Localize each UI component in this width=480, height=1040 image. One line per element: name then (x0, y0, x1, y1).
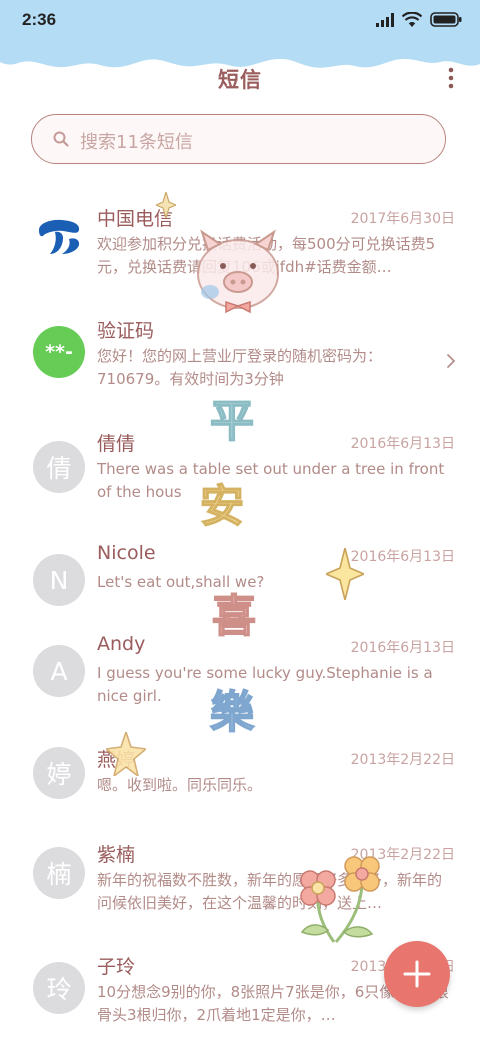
conversation-row[interactable]: 楠 紫楠 2013年2月22日 新年的祝福数不胜数，新年的愿望好多好多，新年的问… (0, 832, 480, 944)
more-vertical-icon[interactable] (444, 66, 458, 90)
contact-avatar: N (33, 554, 85, 606)
search-input[interactable]: 搜索11条短信 (31, 114, 446, 164)
conversation-date: 2016年6月13日 (350, 640, 455, 656)
conversation-row[interactable]: A Andy 2016年6月13日 I guess you're some lu… (0, 625, 480, 737)
conversation-preview: 您好！您的网上营业厅登录的随机密码为：710679。有效时间为3分钟 (97, 347, 383, 388)
signal-icon (376, 12, 394, 27)
verification-code-icon: **- (33, 326, 85, 378)
search-placeholder: 搜索11条短信 (80, 132, 193, 153)
search-icon (53, 131, 69, 147)
conversation-preview: I guess you're some lucky guy.Stephanie … (97, 664, 433, 705)
conversation-name: 倩倩 (97, 433, 136, 455)
contact-avatar: 玲 (33, 962, 85, 1014)
status-bar: 2:36 (0, 0, 480, 44)
conversation-name: Andy (97, 633, 146, 655)
conversation-name: Nicole (97, 542, 156, 564)
contact-avatar: 倩 (33, 441, 85, 493)
conversation-date: 2016年6月13日 (350, 436, 455, 452)
conversation-date: 2013年2月22日 (350, 752, 455, 768)
conversation-preview: 欢迎参加积分兑换话费活动，每500分可兑换话费5元，兑换话费请回复106或jfd… (97, 235, 436, 276)
conversation-row[interactable]: **- 验证码 您好！您的网上营业厅登录的随机密码为：710679。有效时间为3… (0, 308, 480, 420)
conversation-date: 2016年6月13日 (350, 549, 455, 565)
conversation-name: 燕婷 (97, 749, 136, 771)
status-icons (376, 12, 462, 27)
conversation-date: 2017年6月30日 (350, 211, 455, 227)
conversation-name: 紫楠 (97, 844, 136, 866)
conversation-preview: Let's eat out,shall we? (97, 573, 265, 591)
page-title: 短信 (218, 68, 262, 92)
status-time: 2:36 (22, 10, 57, 29)
conversation-preview: 嗯。收到啦。同乐同乐。 (97, 776, 263, 794)
conversation-preview: 新年的祝福数不胜数，新年的愿望好多好多，新年的问候依旧美好，在这个温馨的时刻，送… (97, 871, 443, 912)
chevron-right-icon (447, 354, 456, 368)
conversation-date: 2013年2月22日 (350, 847, 455, 863)
contact-avatar: 婷 (33, 747, 85, 799)
screen: 2:36 短信 搜索11条短信 中国电信 2017年6月30日 欢迎参加积分兑换… (0, 0, 480, 1040)
contact-avatar: A (33, 645, 85, 697)
battery-icon (430, 12, 462, 27)
conversation-row[interactable]: 中国电信 2017年6月30日 欢迎参加积分兑换话费活动，每500分可兑换话费5… (0, 196, 480, 308)
conversation-preview: There was a table set out under a tree i… (97, 460, 445, 501)
conversation-name: 验证码 (97, 320, 155, 342)
plus-icon (403, 960, 431, 988)
wifi-icon (402, 12, 422, 27)
conversation-name: 中国电信 (97, 208, 174, 230)
conversation-row[interactable]: 倩 倩倩 2016年6月13日 There was a table set ou… (0, 421, 480, 533)
contact-avatar: 楠 (33, 847, 85, 899)
china-telecom-logo-icon (33, 210, 85, 262)
compose-button[interactable] (384, 941, 450, 1007)
conversation-name: 子玲 (97, 956, 136, 978)
